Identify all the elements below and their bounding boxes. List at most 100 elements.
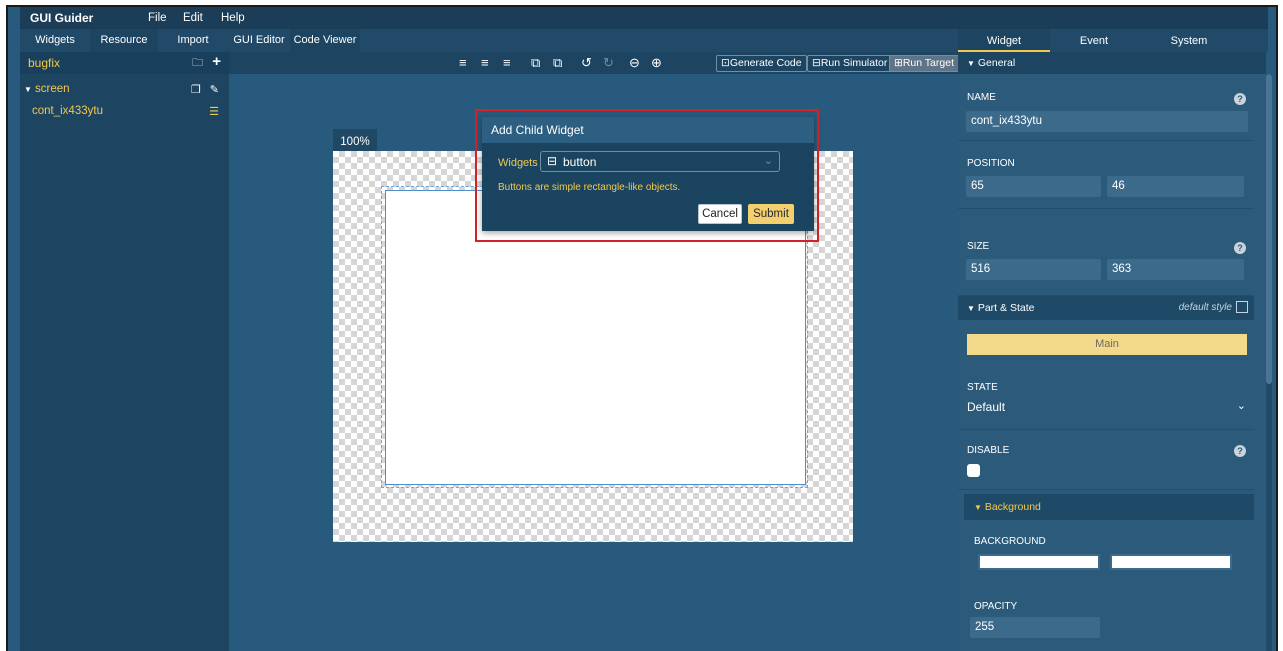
tab-import[interactable]: Import bbox=[158, 29, 228, 52]
app-window: GUI Guider File Edit Help Widgets Resour… bbox=[6, 5, 1278, 651]
part-state-header[interactable]: ▼ Part & State default style bbox=[958, 296, 1254, 320]
help-icon[interactable]: ? bbox=[1234, 445, 1246, 457]
menu-help[interactable]: Help bbox=[221, 12, 245, 24]
button-widget-icon: ⊟ bbox=[547, 154, 558, 168]
menu-file[interactable]: File bbox=[148, 12, 167, 24]
properties-panel: ▼ General NAME ? cont_ix433ytu POSITION … bbox=[958, 52, 1266, 651]
help-icon[interactable]: ? bbox=[1234, 242, 1246, 254]
align-left-icon[interactable]: ≡ bbox=[459, 55, 467, 70]
dialog-title: Add Child Widget bbox=[482, 117, 814, 143]
project-row: bugfix 🗀 + bbox=[20, 52, 229, 74]
redo-icon[interactable]: ↻ bbox=[603, 55, 614, 71]
add-child-icon[interactable]: ☰ bbox=[209, 105, 219, 118]
background-section: ▼ Background BACKGROUND OPACITY 255 bbox=[964, 494, 1254, 651]
run-simulator-button[interactable]: ⊟Run Simulator bbox=[807, 55, 893, 72]
bring-forward-icon[interactable]: ⧉ bbox=[531, 55, 540, 71]
position-x-input[interactable]: 65 bbox=[966, 176, 1101, 197]
opacity-input[interactable]: 255 bbox=[970, 617, 1100, 638]
size-width-input[interactable]: 516 bbox=[966, 259, 1101, 280]
add-child-widget-dialog: Add Child Widget Widgets : ⊟ button ⌄ Bu… bbox=[482, 117, 814, 231]
position-label: POSITION bbox=[967, 158, 1015, 169]
tab-widget[interactable]: Widget bbox=[958, 29, 1050, 52]
run-target-label: Run Target bbox=[902, 57, 954, 69]
tree-item-screen[interactable]: ▼ screen ❐ ✎ bbox=[20, 78, 229, 100]
cancel-button[interactable]: Cancel bbox=[698, 204, 742, 224]
name-input[interactable]: cont_ix433ytu bbox=[966, 111, 1248, 132]
zoom-in-icon[interactable]: ⊕ bbox=[651, 55, 662, 71]
widgets-label: Widgets : bbox=[498, 157, 544, 169]
tab-event[interactable]: Event bbox=[1054, 29, 1134, 52]
size-section: SIZE ? 516 363 bbox=[958, 209, 1254, 296]
caret-down-icon: ▼ bbox=[974, 503, 982, 512]
align-center-icon[interactable]: ≡ bbox=[481, 55, 489, 70]
run-target-button[interactable]: ⊞Run Target bbox=[889, 55, 959, 72]
default-style-checkbox[interactable] bbox=[1236, 301, 1248, 313]
size-height-input[interactable]: 363 bbox=[1107, 259, 1244, 280]
widget-tree-panel: bugfix 🗀 + ▼ screen ❐ ✎ cont_ix433ytu ☰ bbox=[20, 52, 229, 651]
part-state-title: ▼ Part & State bbox=[967, 302, 1034, 314]
background-section-label: Background bbox=[984, 501, 1041, 513]
target-icon: ⊞ bbox=[894, 57, 903, 69]
align-right-icon[interactable]: ≡ bbox=[503, 55, 511, 70]
properties-scrollbar[interactable] bbox=[1266, 74, 1272, 651]
run-simulator-label: Run Simulator bbox=[820, 57, 888, 69]
generate-code-button[interactable]: ⊡Generate Code bbox=[716, 55, 807, 72]
opacity-label: OPACITY bbox=[974, 601, 1018, 612]
background-grad-swatch[interactable] bbox=[1110, 554, 1232, 570]
general-section-header[interactable]: ▼ General bbox=[958, 52, 1266, 74]
edit-icon[interactable]: ✎ bbox=[210, 84, 219, 96]
copy-icon[interactable]: ❐ bbox=[191, 84, 201, 96]
generate-code-icon: ⊡ bbox=[721, 57, 730, 69]
help-icon[interactable]: ? bbox=[1234, 93, 1246, 105]
tab-widgets[interactable]: Widgets bbox=[20, 29, 90, 52]
zoom-level: 100% bbox=[333, 129, 377, 151]
scrollbar-thumb[interactable] bbox=[1266, 74, 1272, 384]
position-section: POSITION 65 46 bbox=[958, 141, 1254, 209]
tree-item-container-label: cont_ix433ytu bbox=[32, 105, 103, 117]
tree-item-screen-label: screen bbox=[34, 83, 70, 95]
state-label: STATE bbox=[967, 382, 998, 393]
name-label: NAME bbox=[967, 92, 996, 103]
state-section: STATE Default ⌄ bbox=[958, 370, 1254, 430]
size-label: SIZE bbox=[967, 241, 990, 252]
editor-toolbar: ≡ ≡ ≡ ⧉ ⧉ ↺ ↻ ⊖ ⊕ ⊡Generate Code ⊟Run Si… bbox=[229, 52, 959, 74]
tab-resource[interactable]: Resource bbox=[90, 29, 158, 52]
submit-button[interactable]: Submit bbox=[748, 204, 794, 224]
new-screen-icon[interactable]: 🗀 bbox=[192, 57, 203, 69]
state-select[interactable]: Default bbox=[967, 400, 1005, 414]
tab-code-viewer[interactable]: Code Viewer bbox=[290, 29, 360, 52]
app-title: GUI Guider bbox=[30, 11, 94, 25]
disable-checkbox[interactable] bbox=[967, 464, 980, 477]
properties-tabs: Widget Event System bbox=[958, 29, 1268, 52]
disable-section: DISABLE ? bbox=[958, 430, 1254, 490]
name-section: NAME ? cont_ix433ytu bbox=[958, 74, 1254, 141]
part-state-label: Part & State bbox=[977, 302, 1035, 314]
menu-edit[interactable]: Edit bbox=[183, 12, 203, 24]
project-name: bugfix bbox=[28, 56, 61, 70]
tree-item-container[interactable]: cont_ix433ytu ☰ bbox=[20, 100, 229, 122]
undo-icon[interactable]: ↺ bbox=[581, 55, 592, 71]
default-style-label: default style bbox=[1178, 302, 1232, 313]
widget-type-select[interactable]: ⊟ button ⌄ bbox=[540, 151, 780, 172]
tab-gui-editor[interactable]: GUI Editor bbox=[232, 29, 286, 52]
part-main-button[interactable]: Main bbox=[967, 334, 1247, 355]
general-label: General bbox=[977, 57, 1016, 69]
caret-down-icon[interactable]: ▼ bbox=[24, 85, 32, 94]
background-section-header[interactable]: ▼ Background bbox=[964, 494, 1254, 520]
background-label: BACKGROUND bbox=[974, 536, 1046, 547]
widget-description: Buttons are simple rectangle-like object… bbox=[498, 182, 681, 193]
caret-down-icon: ▼ bbox=[967, 304, 975, 313]
tab-system[interactable]: System bbox=[1144, 29, 1234, 52]
send-backward-icon[interactable]: ⧉ bbox=[553, 55, 562, 71]
disable-label: DISABLE bbox=[967, 445, 1010, 456]
chevron-down-icon[interactable]: ⌄ bbox=[1237, 399, 1246, 412]
widget-type-value: button bbox=[563, 155, 597, 169]
add-icon[interactable]: + bbox=[212, 53, 221, 70]
generate-code-label: Generate Code bbox=[729, 57, 802, 69]
dialog-body: Widgets : ⊟ button ⌄ Buttons are simple … bbox=[482, 143, 814, 231]
simulator-icon: ⊟ bbox=[812, 57, 821, 69]
zoom-out-icon[interactable]: ⊖ bbox=[629, 55, 640, 71]
caret-down-icon: ▼ bbox=[967, 59, 975, 68]
position-y-input[interactable]: 46 bbox=[1107, 176, 1244, 197]
background-color-swatch[interactable] bbox=[978, 554, 1100, 570]
